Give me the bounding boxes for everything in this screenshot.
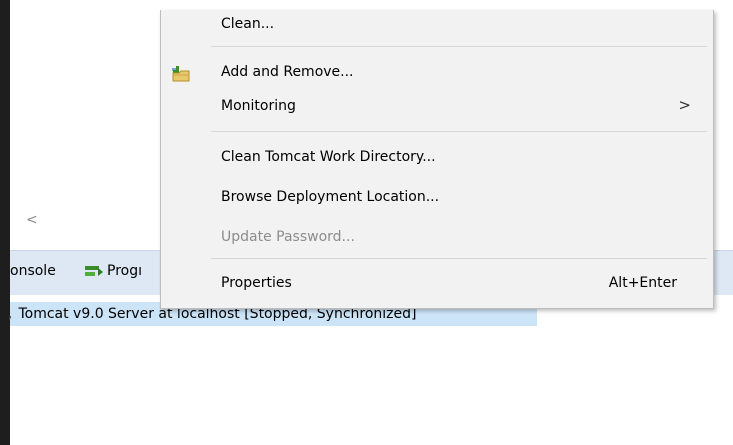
menu-separator — [211, 46, 707, 47]
menu-item-monitoring-label: Monitoring — [221, 98, 296, 114]
menu-item-properties-label: Properties — [221, 275, 292, 291]
menu-item-add-remove-label: Add and Remove... — [221, 64, 354, 80]
menu-item-add-remove[interactable]: Add and Remove... — [161, 56, 713, 90]
menu-item-update-password-label: Update Password... — [221, 229, 355, 245]
left-dark-strip — [0, 0, 10, 445]
add-remove-icon — [171, 64, 191, 82]
menu-separator — [211, 258, 707, 259]
menu-item-clean-label: Clean... — [221, 16, 275, 32]
tab-progress-label: Progı — [107, 263, 142, 279]
menu-item-update-password: Update Password... — [161, 221, 713, 255]
context-menu: Clean... Add and Remove... Monitoring > … — [160, 10, 714, 309]
submenu-arrow-icon: > — [678, 96, 691, 114]
tab-console[interactable]: onsole — [10, 263, 56, 279]
properties-shortcut: Alt+Enter — [608, 275, 677, 291]
menu-item-browse-deployment[interactable]: Browse Deployment Location... — [161, 181, 713, 215]
tab-progress[interactable]: Progı — [85, 263, 142, 279]
menu-item-clean[interactable]: Clean... — [161, 8, 713, 42]
menu-item-clean-tomcat-work[interactable]: Clean Tomcat Work Directory... — [161, 141, 713, 175]
progress-icon — [85, 265, 103, 277]
menu-item-monitoring[interactable]: Monitoring > — [161, 90, 713, 124]
menu-item-clean-tomcat-work-label: Clean Tomcat Work Directory... — [221, 149, 436, 165]
menu-separator — [211, 131, 707, 132]
menu-item-browse-deployment-label: Browse Deployment Location... — [221, 189, 440, 205]
scroll-left-arrow[interactable]: < — [26, 212, 38, 228]
menu-item-properties[interactable]: Properties Alt+Enter — [161, 267, 713, 301]
row-prefix: , — [8, 306, 13, 322]
